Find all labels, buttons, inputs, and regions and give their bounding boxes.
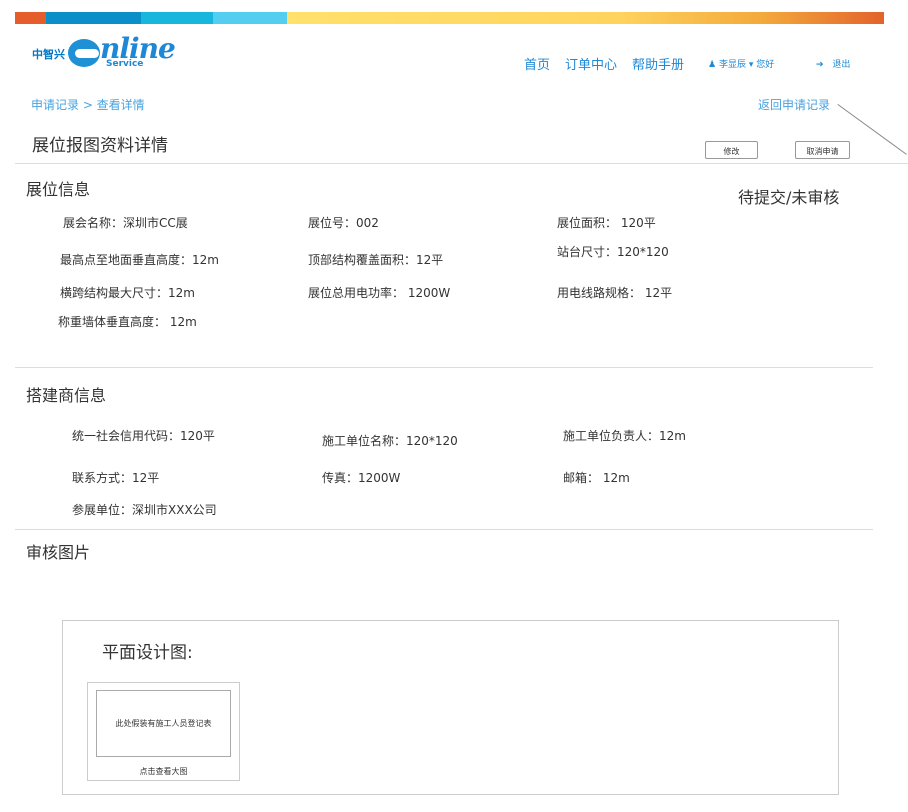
logo[interactable]: 中智兴 nline Service [32, 32, 176, 72]
nav-help-link[interactable]: 帮助手册 [632, 54, 684, 73]
divider [15, 529, 873, 530]
divider [15, 367, 873, 368]
logo-brand-cn: 中智兴 [32, 48, 65, 61]
logo-mark-icon [68, 39, 100, 67]
user-icon: ♟ [708, 60, 717, 70]
status-badge: 待提交/未审核 [738, 188, 840, 207]
breadcrumb[interactable]: 申请记录 > 查看详情 [31, 96, 145, 113]
builder-field: 统一社会信用代码：120平 [72, 429, 215, 443]
booth-field: 最高点至地面垂直高度：12m [60, 253, 219, 267]
builder-field: 联系方式：12平 [72, 471, 160, 485]
user-greeting: 您好 [756, 60, 775, 70]
nav-home-link[interactable]: 首页 [524, 54, 550, 73]
booth-field: 站台尺寸：120*120 [557, 245, 669, 259]
booth-field: 展位总用电功率： 1200W [308, 286, 451, 300]
cancel-application-button[interactable]: 取消申请 [795, 141, 850, 159]
booth-field: 展位号：002 [308, 216, 379, 230]
logout-icon: ➔ [816, 60, 824, 70]
floor-plan-title: 平面设计图: [102, 643, 193, 663]
user-name: 李显辰 [718, 60, 746, 70]
booth-field: 展会名称：深圳市CC展 [63, 216, 188, 230]
logout-link[interactable]: ➔ 退出 [816, 57, 850, 70]
builder-field: 施工单位名称：120*120 [322, 434, 458, 448]
page-title: 展位报图资料详情 [32, 136, 168, 156]
builder-info-title: 搭建商信息 [26, 386, 107, 405]
back-to-records-link[interactable]: 返回申请记录 [758, 96, 830, 113]
logout-label: 退出 [832, 60, 851, 70]
builder-field: 邮箱： 12m [563, 471, 630, 485]
builder-field: 参展单位：深圳市XXX公司 [72, 503, 217, 517]
review-images-title: 审核图片 [26, 543, 91, 562]
user-menu[interactable]: ♟ 李显辰 ▾ 您好 [708, 57, 774, 70]
view-large-image-link[interactable]: 点击查看大图 [87, 766, 240, 777]
booth-field: 展位面积： 120平 [557, 216, 656, 230]
builder-field: 传真：1200W [322, 471, 401, 485]
booth-field: 用电线路规格： 12平 [557, 286, 673, 300]
edit-button[interactable]: 修改 [705, 141, 758, 159]
booth-field: 横跨结构最大尺寸：12m [60, 286, 195, 300]
divider [15, 163, 908, 164]
booth-field: 称重墙体垂直高度： 12m [58, 315, 197, 329]
chevron-down-icon: ▾ [748, 60, 754, 70]
thumbnail-placeholder-text: 此处假装有施工人员登记表 [115, 719, 212, 728]
top-color-bar [15, 12, 884, 24]
booth-info-title: 展位信息 [26, 180, 91, 199]
nav-orders-link[interactable]: 订单中心 [565, 54, 617, 73]
builder-field: 施工单位负责人：12m [563, 429, 686, 443]
logo-service-text: Service [106, 59, 144, 69]
booth-field: 顶部结构覆盖面积：12平 [308, 253, 444, 267]
